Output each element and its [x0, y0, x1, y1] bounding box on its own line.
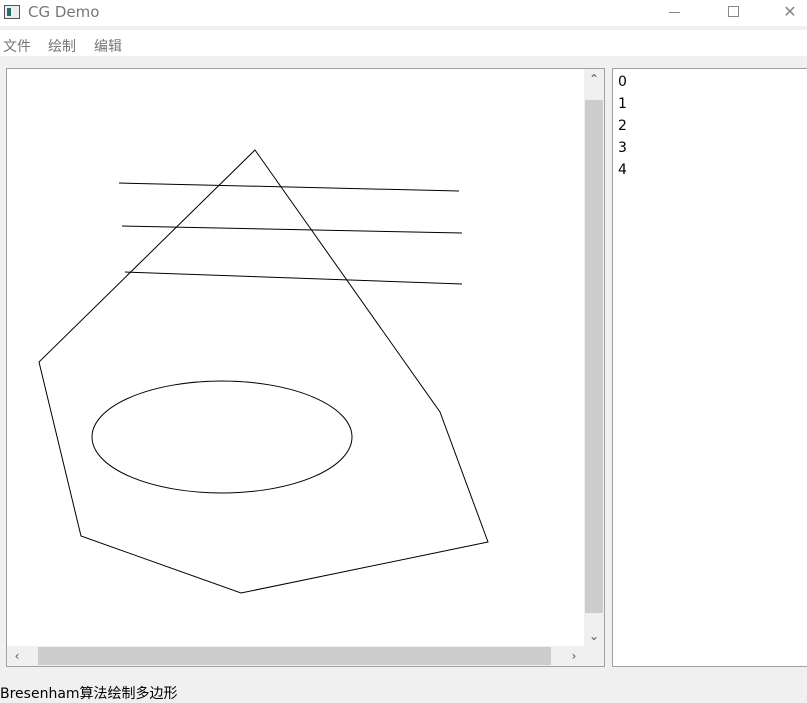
list-item[interactable]: 4 — [618, 159, 627, 181]
canvas-drawing — [38, 149, 489, 594]
line-shape — [124, 271, 463, 285]
cg-demo-window: CG Demo ✕ 文件 绘制 编辑 ⌃ ⌄ ‹ › 0 1 2 3 4 Bre… — [0, 0, 807, 703]
maximize-icon — [728, 6, 739, 17]
menu-edit[interactable]: 编辑 — [94, 36, 122, 56]
vertical-scroll-thumb[interactable] — [585, 100, 603, 613]
list-item[interactable]: 3 — [618, 137, 627, 159]
scroll-corner — [584, 646, 604, 666]
status-text: Bresenham算法绘制多边形 — [0, 686, 178, 702]
polygon-shape — [38, 149, 489, 594]
menu-file[interactable]: 文件 — [3, 36, 31, 56]
close-button[interactable]: ✕ — [767, 0, 807, 26]
list-item[interactable]: 2 — [618, 115, 627, 137]
horizontal-scroll-thumb[interactable] — [38, 647, 551, 665]
line-shape — [118, 182, 460, 192]
list-item[interactable]: 1 — [618, 93, 627, 115]
line-shape — [121, 225, 463, 234]
scroll-right-icon[interactable]: › — [564, 646, 584, 666]
scroll-left-icon[interactable]: ‹ — [7, 646, 27, 666]
title-bar[interactable]: CG Demo ✕ — [0, 0, 807, 26]
close-icon: ✕ — [783, 2, 797, 21]
minimize-button[interactable] — [652, 0, 698, 26]
horizontal-scrollbar[interactable]: ‹ › — [7, 646, 584, 666]
menu-bar: 文件 绘制 编辑 — [0, 30, 807, 56]
window-title: CG Demo — [28, 3, 100, 21]
minimize-icon — [669, 12, 680, 13]
scroll-down-icon[interactable]: ⌄ — [584, 626, 604, 646]
app-icon — [4, 5, 20, 19]
drawing-canvas[interactable] — [7, 69, 584, 646]
ellipse-shape — [91, 380, 353, 494]
item-list[interactable]: 0 1 2 3 4 — [612, 68, 807, 667]
canvas-scroll-area: ⌃ ⌄ ‹ › — [6, 68, 605, 667]
menu-draw[interactable]: 绘制 — [48, 36, 76, 56]
status-bar: Bresenham算法绘制多边形 — [0, 681, 807, 703]
scroll-up-icon[interactable]: ⌃ — [584, 69, 604, 89]
maximize-button[interactable] — [711, 0, 757, 26]
list-item[interactable]: 0 — [618, 71, 627, 93]
vertical-scrollbar[interactable]: ⌃ ⌄ — [584, 69, 604, 646]
